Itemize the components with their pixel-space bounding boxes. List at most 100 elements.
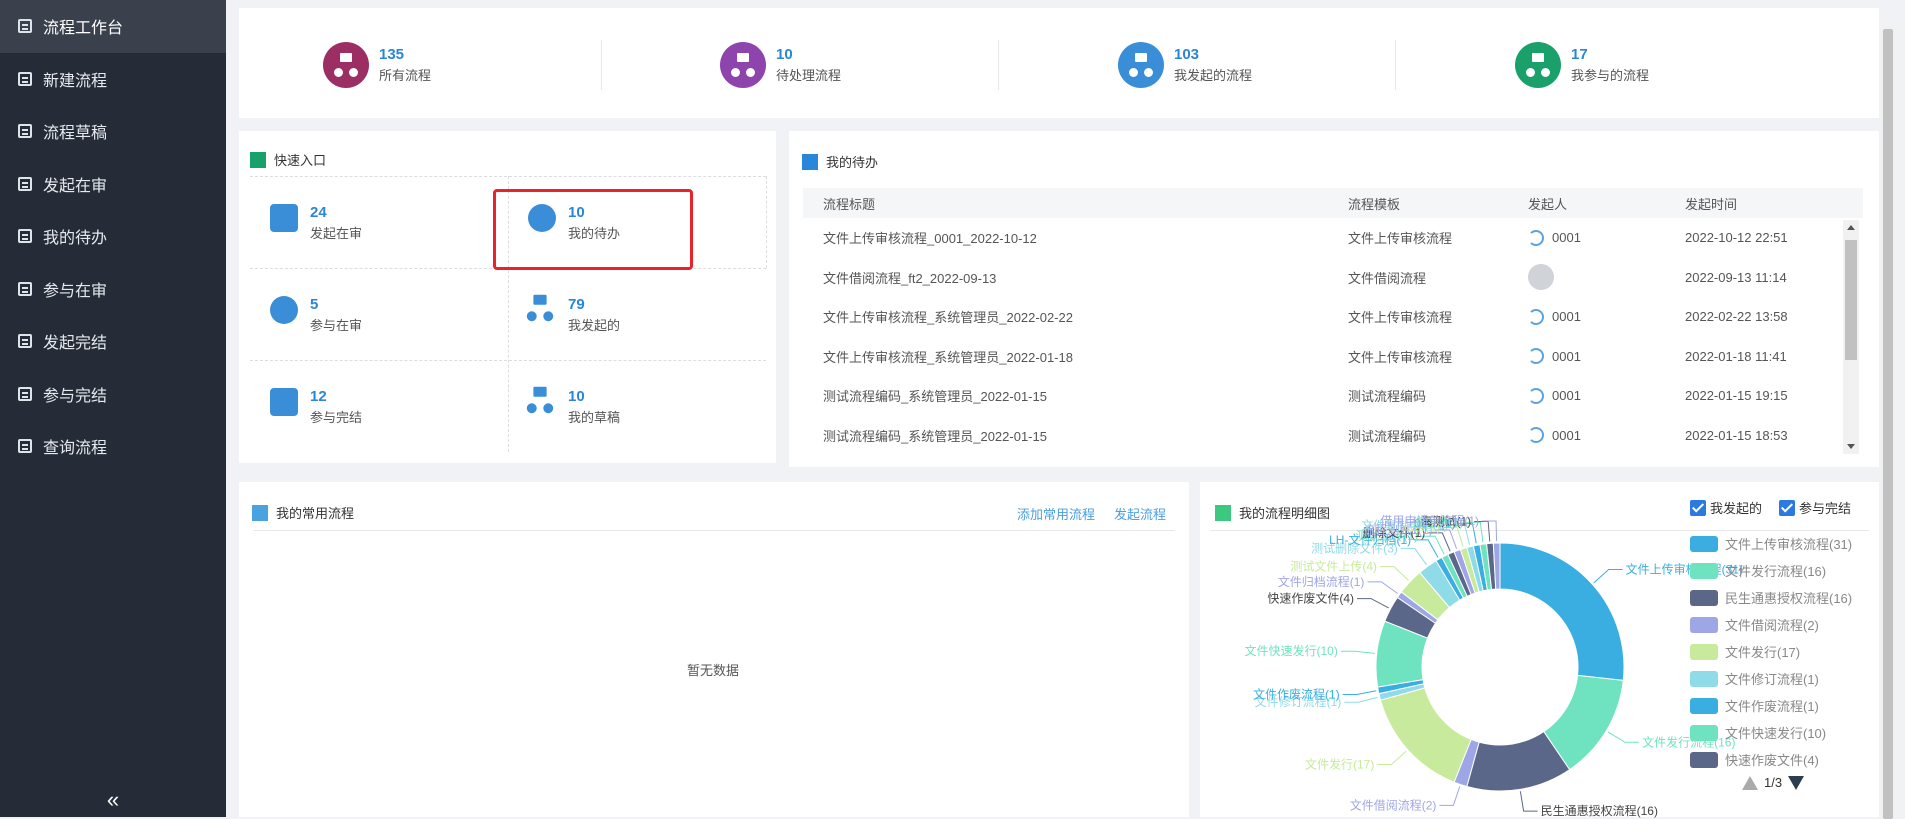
table-row[interactable]: 文件上传审核流程_系统管理员_2022-02-22 文件上传审核流程 0001 …	[803, 297, 1863, 337]
cell-time: 2022-01-18 11:41	[1685, 348, 1787, 364]
sidebar-item-3[interactable]: 发起在审	[0, 158, 226, 211]
cell-time: 2022-02-22 13:58	[1685, 309, 1788, 325]
divider	[998, 40, 999, 90]
initiated-review-icon	[18, 176, 32, 191]
avatar	[1528, 348, 1544, 365]
stat-my-participated[interactable]: 17 我参与的流程	[1515, 42, 1649, 88]
stat-my-initiated[interactable]: 103 我发起的流程	[1118, 42, 1252, 88]
legend-label: 快速作废文件(4)	[1725, 753, 1819, 768]
stat-number: 103	[1174, 46, 1200, 63]
add-common-flow-link[interactable]: 添加常用流程	[1017, 504, 1095, 523]
legend-swatch	[1690, 589, 1718, 606]
cell-template: 文件上传审核流程	[1348, 349, 1453, 365]
title-marker-icon	[250, 151, 266, 168]
quick-participate-review[interactable]: 5 参与在审	[270, 296, 362, 334]
cell-title: 文件上传审核流程_系统管理员_2022-02-22	[823, 310, 1073, 326]
stat-number: 10	[776, 46, 793, 63]
legend-label: 文件发行流程(16)	[1725, 564, 1827, 579]
sidebar-item-4[interactable]: 我的待办	[0, 210, 226, 263]
next-page-icon[interactable]	[1788, 775, 1805, 790]
label-line	[1367, 581, 1398, 594]
label-line	[1400, 547, 1427, 565]
flow-icon	[720, 42, 766, 88]
document-check-icon	[270, 388, 298, 416]
legend-item[interactable]: 快速作废文件(4)	[1690, 750, 1819, 769]
quick-participate-done[interactable]: 12 参与完结	[270, 388, 362, 426]
pie-slice[interactable]	[1499, 542, 1625, 681]
stat-pending-flows[interactable]: 10 待处理流程	[720, 42, 841, 88]
table-row[interactable]: 文件借阅流程_ft2_2022-09-13 文件借阅流程 2022-09-13 …	[803, 258, 1863, 298]
sidebar-item-label: 新建流程	[43, 72, 108, 90]
cell-title: 文件上传审核流程_0001_2022-10-12	[823, 231, 1037, 247]
sidebar-menu: 流程工作台新建流程流程草稿发起在审我的待办 参与在审发起完结参与完结查询流程	[0, 0, 226, 473]
prev-page-icon[interactable]	[1742, 775, 1758, 790]
label-line	[1357, 598, 1389, 609]
common-flows-title: 我的常用流程	[252, 503, 354, 522]
table-row[interactable]: 测试流程编码_系统管理员_2022-01-15 测试流程编码 0001 2022…	[803, 416, 1863, 456]
quick-my-initiated[interactable]: 79 我发起的	[526, 294, 621, 334]
table-row[interactable]: 文件上传审核流程_系统管理员_2022-01-18 文件上传审核流程 0001 …	[803, 337, 1863, 377]
sidebar-item-8[interactable]: 查询流程	[0, 420, 226, 473]
slice-label: 文件快速发行(10)	[1245, 643, 1338, 658]
table-row[interactable]: 测试流程编码_系统管理员_2022-01-15 测试流程编码 0001 2022…	[803, 376, 1863, 416]
legend-item[interactable]: 文件快速发行(10)	[1690, 723, 1826, 742]
quick-number: 10	[568, 388, 585, 405]
sidebar-item-0[interactable]: 流程工作台	[0, 0, 226, 53]
flow-icon	[526, 294, 556, 324]
workbench-icon	[18, 19, 32, 34]
collapse-sidebar-button[interactable]: «	[0, 783, 226, 817]
legend-item[interactable]: 文件上传审核流程(31)	[1690, 534, 1852, 553]
legend-item[interactable]: 文件发行流程(16)	[1690, 561, 1826, 580]
avatar	[1528, 229, 1544, 246]
search-flow-icon	[18, 439, 32, 454]
page-scrollbar[interactable]	[1881, 25, 1895, 819]
stat-all-flows[interactable]: 135 所有流程	[323, 42, 431, 88]
sidebar-item-1[interactable]: 新建流程	[0, 53, 226, 106]
avatar	[1528, 427, 1544, 444]
table-scrollbar[interactable]	[1843, 220, 1859, 454]
quick-number: 5	[310, 296, 319, 313]
cell-user	[1528, 264, 1685, 291]
legend-swatch	[1690, 697, 1718, 714]
legend-swatch	[1690, 751, 1718, 768]
legend-label: 文件作废流程(1)	[1725, 699, 1819, 714]
legend-swatch	[1690, 616, 1718, 633]
cell-template: 测试流程编码	[1348, 428, 1427, 444]
todo-icon	[18, 229, 32, 244]
cell-time: 2022-01-15 18:53	[1685, 427, 1788, 443]
sidebar-item-label: 流程工作台	[43, 20, 124, 38]
table-row[interactable]: 文件上传审核流程_0001_2022-10-12 文件上传审核流程 0001 2…	[803, 218, 1863, 258]
sidebar-item-label: 发起完结	[43, 335, 108, 353]
sidebar-item-6[interactable]: 发起完结	[0, 315, 226, 368]
label-line	[1593, 569, 1623, 584]
title-marker-icon	[802, 153, 818, 170]
quick-my-draft[interactable]: 10 我的草稿	[526, 386, 620, 426]
sidebar-item-2[interactable]: 流程草稿	[0, 105, 226, 158]
loading-dots-icon	[270, 296, 298, 324]
sidebar-item-7[interactable]: 参与完结	[0, 368, 226, 421]
legend-pager: 1/3	[1742, 775, 1805, 790]
legend-item[interactable]: 文件修订流程(1)	[1690, 669, 1819, 688]
sidebar-item-label: 查询流程	[43, 440, 108, 458]
todo-table: 流程标题 流程模板 发起人 发起时间 文件上传审核流程_0001_2022-10…	[803, 188, 1863, 455]
legend-swatch	[1690, 643, 1718, 660]
legend-item[interactable]: 文件发行(17)	[1690, 642, 1800, 661]
stat-number: 135	[379, 46, 405, 63]
quick-number: 24	[310, 204, 327, 221]
legend-item[interactable]: 文件借阅流程(2)	[1690, 615, 1819, 634]
sidebar: 流程工作台新建流程流程草稿发起在审我的待办 参与在审发起完结参与完结查询流程 «	[0, 0, 226, 817]
sidebar-item-5[interactable]: 参与在审	[0, 263, 226, 316]
quick-label: 我发起的	[568, 318, 621, 333]
quick-label: 参与完结	[310, 410, 363, 425]
pie-slice[interactable]	[1379, 687, 1472, 783]
legend-item[interactable]: 文件作废流程(1)	[1690, 696, 1819, 715]
label-line	[1380, 566, 1409, 581]
legend-item[interactable]: 民生通惠授权流程(16)	[1690, 588, 1852, 607]
quick-initiated-review[interactable]: 24 发起在审	[270, 204, 362, 242]
draft-icon	[18, 124, 32, 139]
sidebar-item-label: 发起在审	[43, 177, 108, 195]
cell-time: 2022-01-15 19:15	[1685, 388, 1788, 404]
quick-number: 12	[310, 388, 327, 405]
start-flow-link[interactable]: 发起流程	[1114, 504, 1166, 523]
slice-label: 文件作废流程(1)	[1253, 687, 1340, 702]
